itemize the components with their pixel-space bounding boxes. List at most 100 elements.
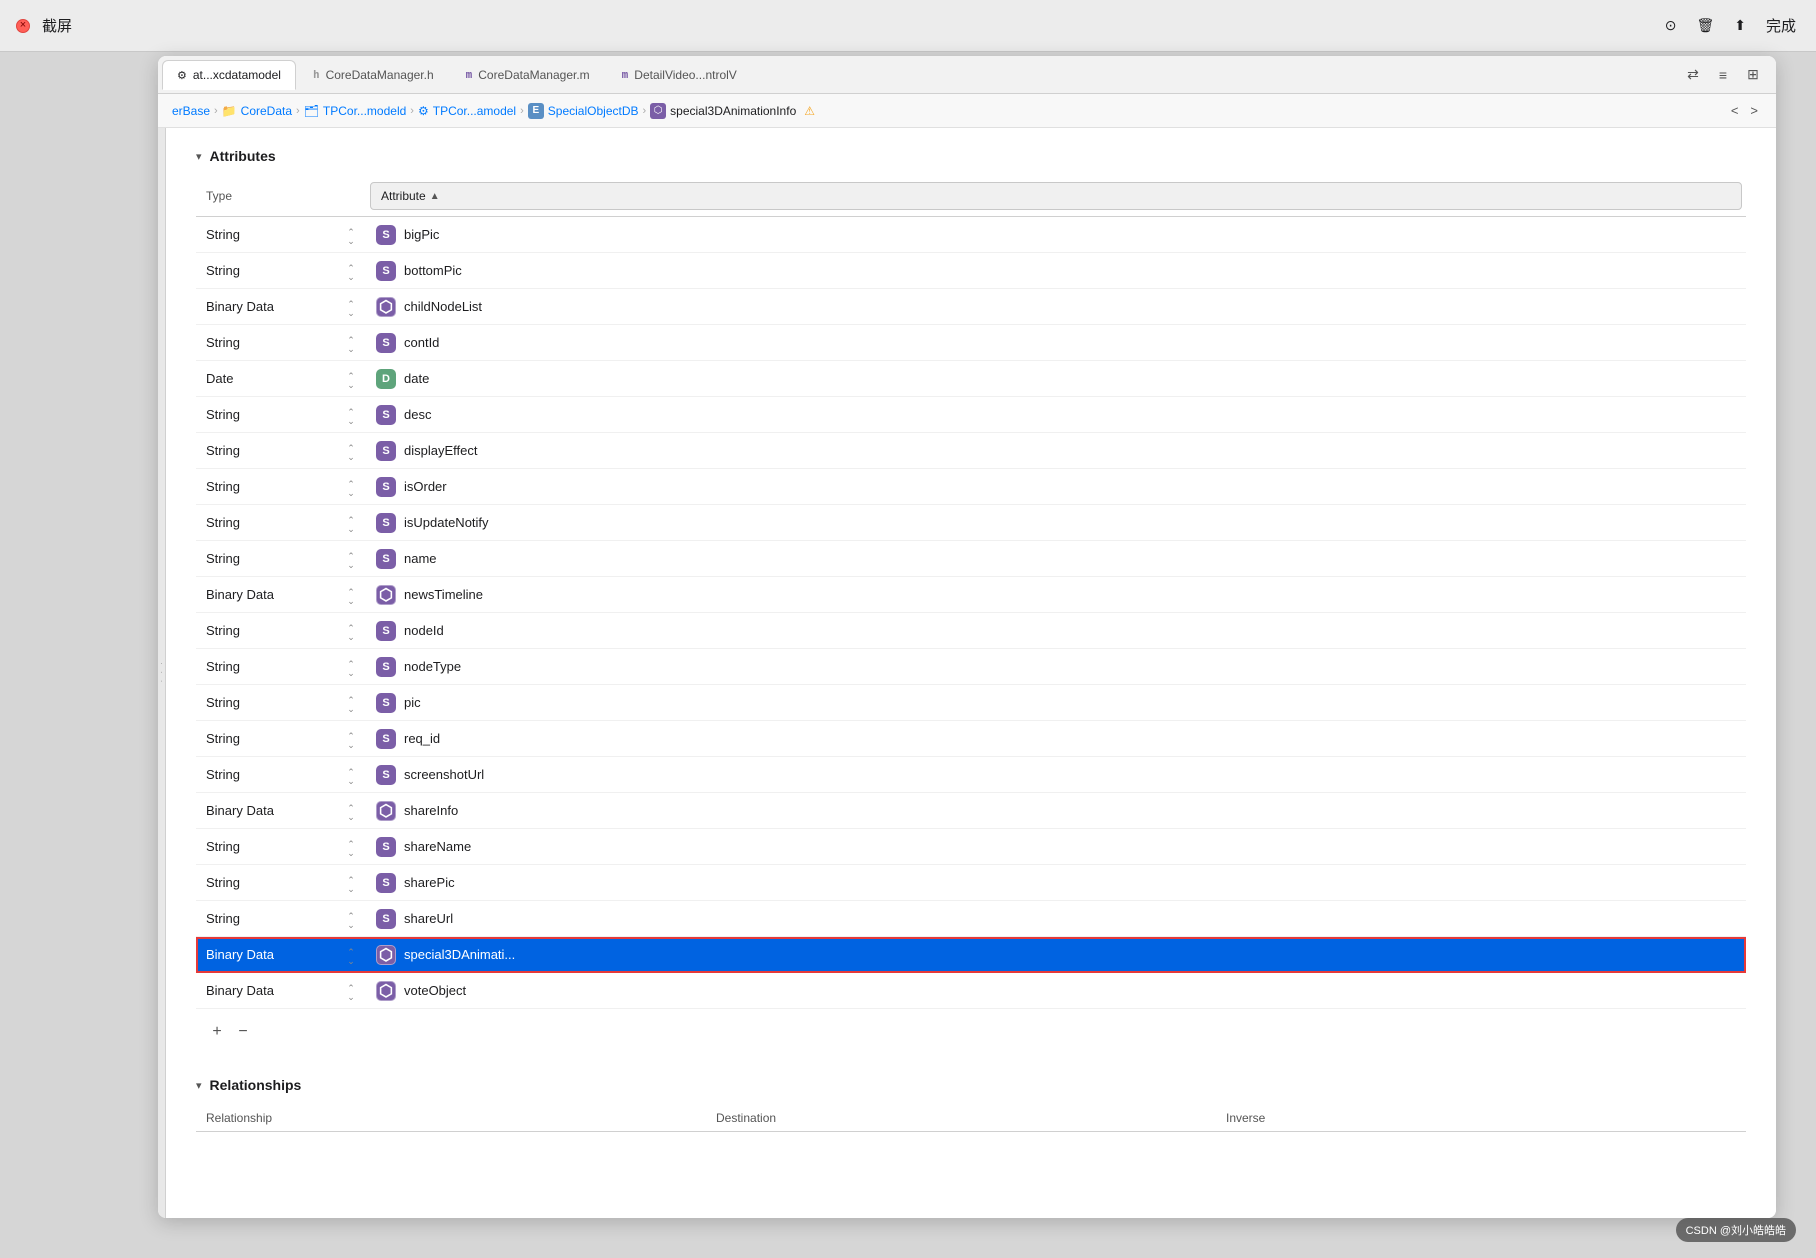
attribute-stepper[interactable]: ⌃⌄ (336, 217, 366, 253)
attribute-stepper[interactable]: ⌃⌄ (336, 433, 366, 469)
attribute-name-cell[interactable]: SnodeType (366, 649, 1746, 685)
stepper-icon[interactable]: ⌃⌄ (347, 300, 355, 318)
attribute-stepper[interactable]: ⌃⌄ (336, 901, 366, 937)
stepper-icon[interactable]: ⌃⌄ (347, 336, 355, 354)
attribute-stepper[interactable]: ⌃⌄ (336, 577, 366, 613)
attribute-row[interactable]: String⌃⌄SshareName (196, 829, 1746, 865)
attribute-stepper[interactable]: ⌃⌄ (336, 829, 366, 865)
attribute-name-cell[interactable]: ⬡childNodeList (366, 289, 1746, 325)
attribute-stepper[interactable]: ⌃⌄ (336, 937, 366, 973)
stepper-icon[interactable]: ⌃⌄ (347, 732, 355, 750)
stepper-icon[interactable]: ⌃⌄ (347, 552, 355, 570)
attribute-name-cell[interactable]: SshareUrl (366, 901, 1746, 937)
breadcrumb-coredata[interactable]: 📁 CoreData (222, 104, 292, 118)
close-button[interactable] (16, 19, 30, 33)
remove-attribute-button[interactable]: − (232, 1021, 254, 1043)
editor-options-button[interactable]: ≡ (1712, 64, 1734, 86)
breadcrumb-back-button[interactable]: < (1727, 101, 1743, 120)
attribute-stepper[interactable]: ⌃⌄ (336, 685, 366, 721)
attribute-name-cell[interactable]: Sreq_id (366, 721, 1746, 757)
attribute-stepper[interactable]: ⌃⌄ (336, 865, 366, 901)
attribute-name-cell[interactable]: ⬡special3DAnimati... (366, 937, 1746, 973)
attribute-row[interactable]: String⌃⌄Sdesc (196, 397, 1746, 433)
trash-icon[interactable]: 🗑 (1696, 17, 1714, 34)
attribute-stepper[interactable]: ⌃⌄ (336, 505, 366, 541)
attribute-name-cell[interactable]: Ddate (366, 361, 1746, 397)
attribute-row[interactable]: String⌃⌄Spic (196, 685, 1746, 721)
profile-icon[interactable]: ⊙ (1665, 17, 1677, 34)
breadcrumb-specialobjectdb[interactable]: E SpecialObjectDB (528, 103, 639, 119)
attribute-row[interactable]: String⌃⌄Sname (196, 541, 1746, 577)
attribute-name-cell[interactable]: SshareName (366, 829, 1746, 865)
attribute-stepper[interactable]: ⌃⌄ (336, 649, 366, 685)
attribute-name-cell[interactable]: SisUpdateNotify (366, 505, 1746, 541)
attribute-row[interactable]: String⌃⌄SsharePic (196, 865, 1746, 901)
attribute-name-cell[interactable]: Sdesc (366, 397, 1746, 433)
attribute-stepper[interactable]: ⌃⌄ (336, 613, 366, 649)
attribute-name-cell[interactable]: SisOrder (366, 469, 1746, 505)
attribute-row[interactable]: Date⌃⌄Ddate (196, 361, 1746, 397)
attribute-name-cell[interactable]: Spic (366, 685, 1746, 721)
tab-coredatamanager-m[interactable]: m CoreDataManager.m (451, 60, 605, 90)
stepper-icon[interactable]: ⌃⌄ (347, 840, 355, 858)
attribute-name-cell[interactable]: SbigPic (366, 217, 1746, 253)
attribute-stepper[interactable]: ⌃⌄ (336, 757, 366, 793)
attribute-row[interactable]: String⌃⌄SnodeType (196, 649, 1746, 685)
swap-editors-button[interactable]: ⇄ (1682, 64, 1704, 86)
attribute-row[interactable]: Binary Data⌃⌄⬡voteObject (196, 973, 1746, 1009)
attributes-section-header[interactable]: ▾ Attributes (196, 148, 1746, 164)
attribute-row[interactable]: String⌃⌄SnodeId (196, 613, 1746, 649)
attribute-row[interactable]: String⌃⌄Sreq_id (196, 721, 1746, 757)
attribute-name-cell[interactable]: ⬡shareInfo (366, 793, 1746, 829)
attribute-row[interactable]: String⌃⌄SscreenshotUrl (196, 757, 1746, 793)
done-button[interactable]: 完成 (1766, 15, 1796, 36)
stepper-icon[interactable]: ⌃⌄ (347, 480, 355, 498)
stepper-icon[interactable]: ⌃⌄ (347, 984, 355, 1002)
attribute-row[interactable]: Binary Data⌃⌄⬡special3DAnimati... (196, 937, 1746, 973)
stepper-icon[interactable]: ⌃⌄ (347, 228, 355, 246)
attribute-name-cell[interactable]: ⬡newsTimeline (366, 577, 1746, 613)
stepper-icon[interactable]: ⌃⌄ (347, 264, 355, 282)
attribute-row[interactable]: String⌃⌄SbottomPic (196, 253, 1746, 289)
breadcrumb-forward-button[interactable]: > (1746, 101, 1762, 120)
stepper-icon[interactable]: ⌃⌄ (347, 876, 355, 894)
breadcrumb-erbase[interactable]: erBase (172, 104, 210, 118)
sidebar-resize-handle[interactable]: · · · (158, 128, 166, 1218)
attribute-stepper[interactable]: ⌃⌄ (336, 289, 366, 325)
attribute-stepper[interactable]: ⌃⌄ (336, 469, 366, 505)
attribute-row[interactable]: Binary Data⌃⌄⬡childNodeList (196, 289, 1746, 325)
tab-detailvideo-m[interactable]: m DetailVideo...ntrolV (607, 60, 752, 90)
stepper-icon[interactable]: ⌃⌄ (347, 516, 355, 534)
attribute-stepper[interactable]: ⌃⌄ (336, 541, 366, 577)
editor-area[interactable]: ▾ Attributes Type Attribute ▲ (166, 128, 1776, 1218)
add-attribute-button[interactable]: + (206, 1021, 228, 1043)
attribute-stepper[interactable]: ⌃⌄ (336, 361, 366, 397)
tab-coredatamanager-h[interactable]: h CoreDataManager.h (298, 60, 449, 90)
attribute-name-cell[interactable]: ⬡voteObject (366, 973, 1746, 1009)
attribute-name-cell[interactable]: SdisplayEffect (366, 433, 1746, 469)
attribute-stepper[interactable]: ⌃⌄ (336, 325, 366, 361)
attribute-name-cell[interactable]: SbottomPic (366, 253, 1746, 289)
stepper-icon[interactable]: ⌃⌄ (347, 372, 355, 390)
attribute-stepper[interactable]: ⌃⌄ (336, 721, 366, 757)
add-editor-button[interactable]: ⊞ (1742, 64, 1764, 86)
stepper-icon[interactable]: ⌃⌄ (347, 588, 355, 606)
stepper-icon[interactable]: ⌃⌄ (347, 912, 355, 930)
stepper-icon[interactable]: ⌃⌄ (347, 696, 355, 714)
attribute-stepper[interactable]: ⌃⌄ (336, 253, 366, 289)
attribute-row[interactable]: String⌃⌄ScontId (196, 325, 1746, 361)
attribute-row[interactable]: String⌃⌄SbigPic (196, 217, 1746, 253)
attribute-stepper[interactable]: ⌃⌄ (336, 973, 366, 1009)
attribute-column-header[interactable]: Attribute ▲ (366, 176, 1746, 217)
attribute-name-cell[interactable]: SscreenshotUrl (366, 757, 1746, 793)
stepper-icon[interactable]: ⌃⌄ (347, 660, 355, 678)
attribute-name-cell[interactable]: Sname (366, 541, 1746, 577)
stepper-icon[interactable]: ⌃⌄ (347, 948, 355, 966)
attribute-stepper[interactable]: ⌃⌄ (336, 793, 366, 829)
share-icon[interactable]: ⬆ (1734, 17, 1746, 34)
stepper-icon[interactable]: ⌃⌄ (347, 804, 355, 822)
stepper-icon[interactable]: ⌃⌄ (347, 624, 355, 642)
attribute-stepper[interactable]: ⌃⌄ (336, 397, 366, 433)
stepper-icon[interactable]: ⌃⌄ (347, 408, 355, 426)
breadcrumb-tpcor-amodel[interactable]: ⚙ TPCor...amodel (418, 104, 516, 118)
